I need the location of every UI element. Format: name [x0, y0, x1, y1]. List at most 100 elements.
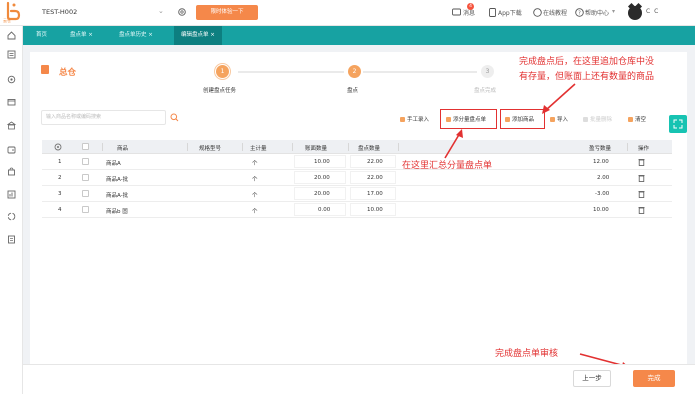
import-button[interactable]: 导入 — [550, 115, 568, 123]
avatar[interactable] — [627, 2, 643, 20]
book-qty: 0.00 — [318, 207, 331, 213]
table-header: 商品 规格型号 主计量 账面数量 盘点数量 盈亏数量 操作 — [42, 140, 672, 154]
book-icon — [533, 8, 542, 17]
tab-label: 编辑盘点单 — [181, 32, 209, 38]
gear-icon[interactable] — [7, 75, 16, 84]
search-input[interactable]: 输入商品名称或编码搜索 — [41, 110, 166, 125]
store-selector[interactable]: TEST-H002 — [42, 8, 77, 16]
wallet-icon[interactable] — [7, 145, 16, 154]
delete-icon[interactable] — [638, 158, 645, 166]
tab-label: 盘点单 — [70, 32, 87, 38]
diff-qty: 12.00 — [593, 159, 609, 165]
delete-icon[interactable] — [638, 206, 645, 214]
search-icon[interactable] — [170, 113, 179, 122]
unit: 个 — [252, 177, 258, 183]
step-1-label: 创建盘点任务 — [203, 88, 237, 94]
table-row[interactable]: 2 商品A-批 个 20.00 22.00 2.00 — [42, 170, 672, 186]
app-download-link[interactable]: App下载 — [498, 8, 522, 17]
annotation-text: 完成盘点单审核 — [495, 349, 559, 359]
row-number: 1 — [58, 159, 62, 165]
table-row[interactable]: 1 商品A 个 10.00 22.00 12.00 — [42, 154, 672, 170]
annotation-text: 在这里汇总分量盘点单 — [402, 161, 493, 171]
product-name: 商品A — [106, 161, 121, 167]
close-icon[interactable]: × — [88, 32, 93, 38]
diff-qty: 10.00 — [593, 207, 609, 213]
tab-stocktake-history[interactable]: 盘点单历史 × — [112, 26, 160, 45]
highlight-box — [500, 109, 545, 129]
message-link[interactable]: 消息 — [463, 8, 475, 17]
row-number: 3 — [58, 191, 62, 197]
import-icon — [550, 116, 555, 122]
column-header-diff-qty: 盈亏数量 — [589, 146, 612, 152]
column-header-book-qty: 账面数量 — [305, 146, 328, 152]
loop-icon[interactable] — [7, 212, 16, 221]
count-qty[interactable]: 17.00 — [367, 191, 383, 197]
report-icon[interactable] — [7, 190, 16, 199]
select-all-checkbox[interactable] — [82, 143, 89, 150]
tab-bar: 首页 盘点单 × 盘点单历史 × 编辑盘点单 × — [23, 26, 695, 45]
help-center-link[interactable]: 帮助中心 — [585, 8, 609, 17]
column-header-unit: 主计量 — [250, 146, 267, 152]
previous-step-button[interactable]: 上一步 — [573, 370, 611, 387]
row-checkbox[interactable] — [82, 206, 89, 213]
logo-caption: 云仓 — [3, 18, 11, 23]
highlight-box — [440, 109, 497, 129]
unit: 个 — [252, 193, 258, 199]
bag-icon[interactable] — [7, 167, 16, 176]
diff-qty: -3.00 — [595, 191, 610, 197]
annotation-text: 完成盘点后，在这里追加仓库中没 — [519, 57, 655, 67]
top-bar: 云仓 TEST-H002 ⌄ 限时体验一下 4 消息 App下载 在线教程 ? … — [0, 0, 695, 26]
row-checkbox[interactable] — [82, 174, 89, 181]
batch-delete-button[interactable]: 批量删除 — [583, 115, 612, 123]
batch-delete-label: 批量删除 — [590, 117, 613, 123]
edit-icon — [400, 116, 405, 122]
step-2-circle: 2 — [348, 65, 361, 78]
online-course-link[interactable]: 在线教程 — [543, 8, 567, 17]
count-qty[interactable]: 22.00 — [367, 159, 383, 165]
expand-button[interactable] — [669, 115, 687, 133]
user-name[interactable]: C C — [646, 8, 659, 15]
step-connector — [363, 71, 477, 73]
table-row[interactable]: 3 商品A-批 个 20.00 17.00 -3.00 — [42, 186, 672, 202]
close-icon[interactable]: × — [210, 32, 215, 38]
row-checkbox[interactable] — [82, 158, 89, 165]
box-icon[interactable] — [7, 97, 16, 106]
annotation-text: 有存量，但账面上还有数量的商品 — [519, 72, 655, 82]
table-row[interactable]: 4 商品b 固 个 0.00 10.00 10.00 — [42, 202, 672, 218]
complete-button[interactable]: 完成 — [633, 370, 675, 387]
manual-entry-button[interactable]: 手工录入 — [400, 115, 429, 123]
upgrade-button[interactable]: 限时体验一下 — [196, 5, 258, 20]
message-icon[interactable] — [452, 8, 461, 17]
bank-icon[interactable] — [6, 121, 17, 130]
column-settings-icon[interactable] — [54, 143, 62, 151]
clear-button[interactable]: 清空 — [628, 115, 646, 123]
clear-label: 清空 — [635, 117, 647, 123]
column-header-spec: 规格型号 — [199, 146, 222, 152]
list-icon[interactable] — [7, 50, 16, 59]
delete-icon[interactable] — [638, 190, 645, 198]
tab-edit-stocktake[interactable]: 编辑盘点单 × — [174, 26, 222, 45]
help-icon: ? — [575, 8, 584, 17]
avatar-ear — [634, 2, 643, 11]
step-3-label: 盘点完成 — [474, 88, 497, 94]
tab-label: 盘点单历史 — [119, 32, 147, 38]
count-qty[interactable]: 22.00 — [367, 175, 383, 181]
tab-stocktake[interactable]: 盘点单 × — [63, 26, 100, 45]
unit: 个 — [252, 209, 258, 215]
chevron-down-icon[interactable]: ⌄ — [158, 7, 164, 15]
count-qty[interactable]: 10.00 — [367, 207, 383, 213]
book-qty: 20.00 — [314, 175, 330, 181]
row-checkbox[interactable] — [82, 190, 89, 197]
delete-icon[interactable] — [638, 174, 645, 182]
row-number: 4 — [58, 207, 62, 213]
settings-icon[interactable] — [177, 7, 187, 17]
clear-icon — [628, 116, 633, 122]
doc-icon[interactable] — [7, 235, 16, 244]
chevron-down-icon[interactable]: ▾ — [612, 8, 615, 15]
home-icon[interactable] — [7, 31, 16, 40]
column-separator — [102, 143, 103, 151]
close-icon[interactable]: × — [148, 32, 153, 38]
tab-home[interactable]: 首页 — [29, 26, 54, 45]
product-name: 商品A-批 — [106, 193, 129, 199]
expand-icon — [673, 119, 683, 129]
